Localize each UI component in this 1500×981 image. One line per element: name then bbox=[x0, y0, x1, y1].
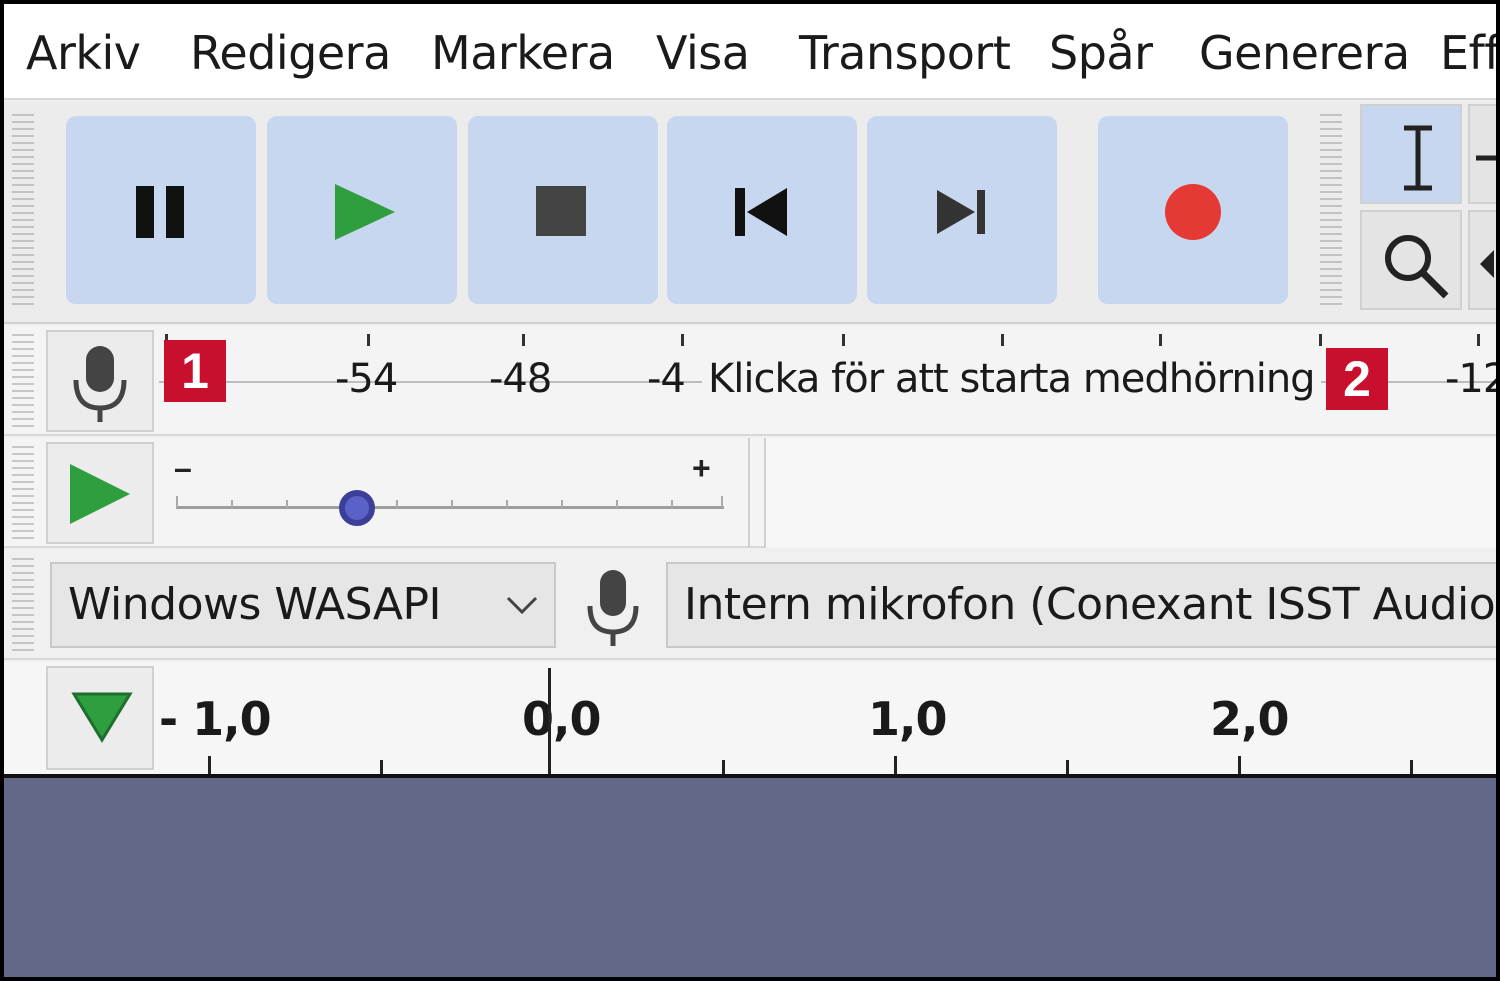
input-device-value: Intern mikrofon (Conexant ISST Audio) bbox=[684, 579, 1500, 630]
playback-gripper[interactable] bbox=[12, 446, 34, 540]
ruler-label: 2,0 bbox=[1210, 692, 1289, 746]
menu-bar: Arkiv Redigera Markera Visa Transport Sp… bbox=[4, 4, 1496, 100]
selection-tool-button[interactable] bbox=[1360, 104, 1462, 204]
microphone-icon bbox=[73, 346, 127, 422]
play-button[interactable] bbox=[267, 116, 457, 304]
record-meter-button[interactable] bbox=[46, 330, 154, 432]
timeline-options-button[interactable] bbox=[46, 666, 154, 770]
meter-hint-text: Klicka för att starta medhörning bbox=[702, 356, 1321, 402]
zoom-tool-icon bbox=[1385, 235, 1449, 299]
skip-to-start-icon bbox=[735, 188, 787, 236]
transport-toolbar bbox=[4, 102, 1496, 324]
audio-host-dropdown[interactable]: Windows WASAPI bbox=[50, 562, 556, 648]
recording-meter[interactable]: -54 -48 -4 Klicka för att starta medhörn… bbox=[159, 326, 1496, 436]
meter-tick-label: -12 bbox=[1445, 356, 1496, 402]
track-area[interactable] bbox=[4, 774, 1496, 977]
record-button[interactable] bbox=[1098, 116, 1288, 304]
meter-tick-label: -54 bbox=[335, 356, 398, 402]
meter-tick-label: -48 bbox=[489, 356, 552, 402]
audio-host-value: Windows WASAPI bbox=[68, 579, 441, 630]
ruler-label: 0,0 bbox=[522, 692, 601, 746]
menu-redigera[interactable]: Redigera bbox=[190, 26, 391, 80]
menu-generera[interactable]: Generera bbox=[1199, 26, 1410, 80]
menu-visa[interactable]: Visa bbox=[656, 26, 750, 80]
play-head-line bbox=[548, 668, 551, 774]
tools-gripper[interactable] bbox=[1320, 114, 1342, 310]
play-icon bbox=[70, 464, 130, 524]
meter-gripper[interactable] bbox=[12, 334, 34, 428]
menu-markera[interactable]: Markera bbox=[431, 26, 615, 80]
menu-effekt[interactable]: Eff bbox=[1440, 26, 1496, 80]
menu-arkiv[interactable]: Arkiv bbox=[26, 26, 141, 80]
menu-spar[interactable]: Spår bbox=[1049, 26, 1153, 80]
envelope-tool-button[interactable] bbox=[1468, 104, 1496, 204]
timeshift-tool-icon bbox=[1480, 250, 1494, 278]
slider-min-label: – bbox=[174, 450, 192, 486]
stop-icon bbox=[536, 186, 586, 236]
playback-volume-slider[interactable]: – + bbox=[154, 438, 750, 548]
playback-meter[interactable] bbox=[764, 438, 1496, 548]
play-icon bbox=[335, 184, 395, 240]
microphone-icon bbox=[587, 570, 639, 646]
stop-button[interactable] bbox=[468, 116, 658, 304]
callout-badge-1: 1 bbox=[164, 340, 226, 402]
chevron-down-icon bbox=[506, 596, 538, 615]
toolbar-gripper[interactable] bbox=[12, 114, 34, 310]
pause-icon bbox=[136, 186, 184, 238]
meter-tick-label: -4 bbox=[647, 356, 686, 402]
slider-max-label: + bbox=[692, 450, 711, 486]
device-gripper[interactable] bbox=[12, 558, 34, 652]
ruler-label: 1,0 bbox=[868, 692, 947, 746]
slider-thumb[interactable] bbox=[338, 490, 375, 526]
timeline-ruler[interactable]: - 1,0 0,0 1,0 2,0 bbox=[4, 662, 1496, 774]
skip-to-end-button[interactable] bbox=[867, 116, 1057, 304]
menu-transport[interactable]: Transport bbox=[799, 26, 1011, 80]
playback-meter-button[interactable] bbox=[46, 442, 154, 544]
ruler-label: - 1,0 bbox=[159, 692, 272, 746]
recording-meter-toolbar: -54 -48 -4 Klicka för att starta medhörn… bbox=[4, 326, 1496, 436]
slider-ticks bbox=[176, 496, 723, 508]
triangle-down-icon bbox=[71, 692, 133, 743]
envelope-tool-icon bbox=[1476, 155, 1496, 161]
audacity-window: Arkiv Redigera Markera Visa Transport Sp… bbox=[0, 0, 1500, 981]
callout-badge-2: 2 bbox=[1326, 348, 1388, 410]
selection-tool-icon bbox=[1404, 125, 1432, 191]
playback-toolbar: – + bbox=[4, 438, 1496, 548]
record-icon bbox=[1165, 184, 1221, 240]
timeshift-tool-button[interactable] bbox=[1468, 210, 1496, 310]
zoom-tool-button[interactable] bbox=[1360, 210, 1462, 310]
skip-to-end-icon bbox=[937, 190, 985, 234]
device-toolbar: Windows WASAPI Intern mikrofon (Conexant… bbox=[4, 550, 1500, 660]
skip-to-start-button[interactable] bbox=[667, 116, 857, 304]
pause-button[interactable] bbox=[66, 116, 256, 304]
input-device-dropdown[interactable]: Intern mikrofon (Conexant ISST Audio) bbox=[666, 562, 1500, 648]
